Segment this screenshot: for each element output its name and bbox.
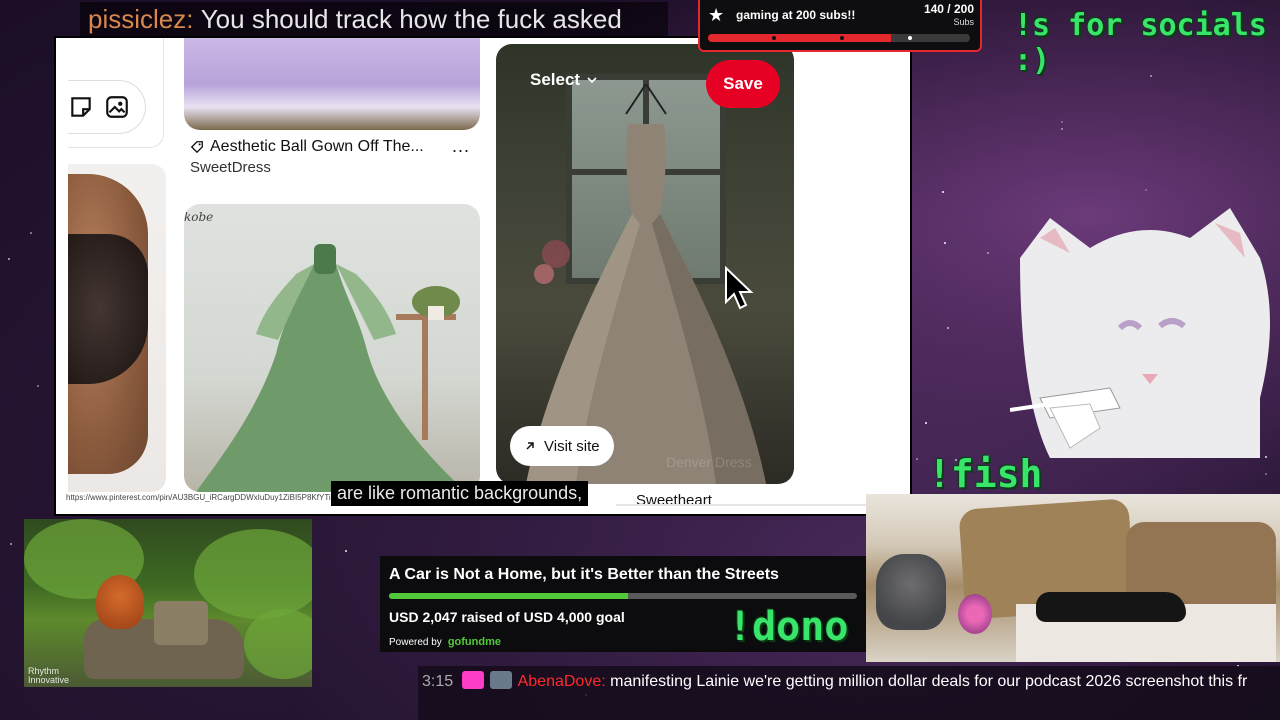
pin2-brand-watermark: kobe bbox=[184, 210, 214, 224]
subs-goal-label: Subs bbox=[953, 17, 974, 27]
mouse-cursor-icon bbox=[725, 266, 754, 310]
visit-site-label: Visit site bbox=[544, 437, 600, 455]
star-dot bbox=[1265, 473, 1267, 475]
pin-green-gown-image[interactable]: kobe bbox=[184, 204, 480, 492]
star-dot bbox=[944, 242, 946, 244]
green-dress-illustration bbox=[196, 244, 466, 492]
select-label: Select bbox=[530, 70, 581, 89]
horizontal-divider bbox=[616, 504, 896, 506]
subscriber-badge-icon bbox=[461, 671, 484, 689]
next-pin-title[interactable]: Sweetheart bbox=[636, 492, 712, 509]
donation-progress-track bbox=[389, 593, 857, 599]
star-dot bbox=[1061, 121, 1063, 123]
star-dot bbox=[925, 422, 927, 424]
star-dot bbox=[37, 385, 39, 387]
chat-message-bottom: 3:15 AbenaDove: manifesting Lainie we're… bbox=[418, 666, 1280, 720]
star-icon: ★ bbox=[708, 5, 725, 25]
sticker-icon[interactable] bbox=[68, 94, 94, 120]
pin1-title[interactable]: Aesthetic Ball Gown Off The... bbox=[190, 138, 424, 156]
star-dot bbox=[987, 252, 989, 254]
chat-message-text: manifesting Lainie we're getting million… bbox=[610, 673, 1248, 690]
gofundme-logo: gofundme bbox=[447, 636, 501, 648]
chat-message-top: pissiclez: You should track how the fuck… bbox=[80, 2, 668, 36]
subs-progress-track bbox=[708, 34, 970, 42]
squirrel-video-feed: Rhythm Innovative bbox=[24, 519, 312, 687]
star-dot bbox=[916, 458, 918, 460]
more-options-button[interactable]: ... bbox=[452, 136, 470, 157]
star-dot bbox=[10, 543, 12, 545]
visit-site-button[interactable]: Visit site bbox=[510, 426, 614, 466]
donation-powered-by: Powered by gofundme bbox=[389, 636, 501, 648]
progress-tick bbox=[772, 36, 776, 40]
star-dot bbox=[947, 327, 949, 329]
pin-lilac-gown-image[interactable] bbox=[184, 38, 480, 130]
pin-bodysuit-image[interactable] bbox=[68, 164, 166, 492]
chat-message-text: You should track how the fuck asked bbox=[200, 3, 622, 34]
star-dot bbox=[30, 232, 32, 234]
arrow-up-right-icon bbox=[526, 442, 534, 450]
pin1-title-text: Aesthetic Ball Gown Off The... bbox=[210, 138, 424, 155]
subs-goal-widget: ★ gaming at 200 subs!! 140 / 200 Subs bbox=[698, 0, 982, 52]
progress-tick bbox=[840, 36, 844, 40]
donation-progress-fill bbox=[389, 593, 629, 599]
dono-command-overlay: !dono bbox=[728, 604, 849, 650]
star-dot bbox=[345, 550, 347, 552]
image-icon[interactable] bbox=[104, 94, 130, 120]
pin-vintage-gown-hovered[interactable]: Select Save Visit site Denver Dress bbox=[496, 44, 794, 484]
star-dot bbox=[1061, 128, 1063, 130]
pin3-watermark: Denver Dress bbox=[666, 454, 752, 470]
chat-username: pissiclez: bbox=[88, 3, 194, 34]
status-url: https://www.pinterest.com/pin/AU3BGU_iRC… bbox=[66, 493, 347, 502]
chevron-down-icon bbox=[587, 77, 597, 84]
tag-icon bbox=[190, 141, 203, 154]
smoking-cat-overlay bbox=[1010, 208, 1270, 458]
star-dot bbox=[942, 191, 944, 193]
progress-tick bbox=[908, 36, 912, 40]
pinterest-browser-window: Aesthetic Ball Gown Off The... ... Sweet… bbox=[54, 36, 912, 516]
board-tools-card[interactable] bbox=[68, 80, 146, 134]
donation-raised: USD 2,047 raised of USD 4,000 goal bbox=[389, 609, 625, 625]
rhythm-logo-line2: Innovative bbox=[28, 675, 70, 685]
star-dot bbox=[1145, 189, 1147, 191]
socials-command-overlay: !s for socials :) bbox=[1014, 8, 1267, 78]
fish-command-overlay: !fish bbox=[928, 452, 1043, 496]
select-board-dropdown[interactable]: Select bbox=[530, 70, 598, 90]
pin1-source[interactable]: SweetDress bbox=[190, 159, 271, 176]
powered-by-label: Powered by bbox=[389, 636, 442, 648]
rhythm-logo: Rhythm Innovative bbox=[28, 667, 69, 685]
star-dot bbox=[8, 258, 10, 260]
subs-goal-count: 140 / 200 bbox=[923, 2, 974, 16]
subs-goal-title: gaming at 200 subs!! bbox=[736, 8, 856, 22]
subs-progress-fill bbox=[708, 34, 892, 42]
donation-title: A Car is Not a Home, but it's Better tha… bbox=[389, 566, 779, 583]
chat-timestamp: 3:15 bbox=[422, 673, 454, 690]
save-button[interactable]: Save bbox=[706, 60, 780, 108]
subtitle-caption: are like romantic backgrounds, bbox=[331, 481, 589, 506]
cat-webcam-feed bbox=[866, 494, 1280, 662]
chat-username: AbenaDove: bbox=[517, 673, 606, 690]
cat-badge-icon bbox=[490, 671, 513, 689]
